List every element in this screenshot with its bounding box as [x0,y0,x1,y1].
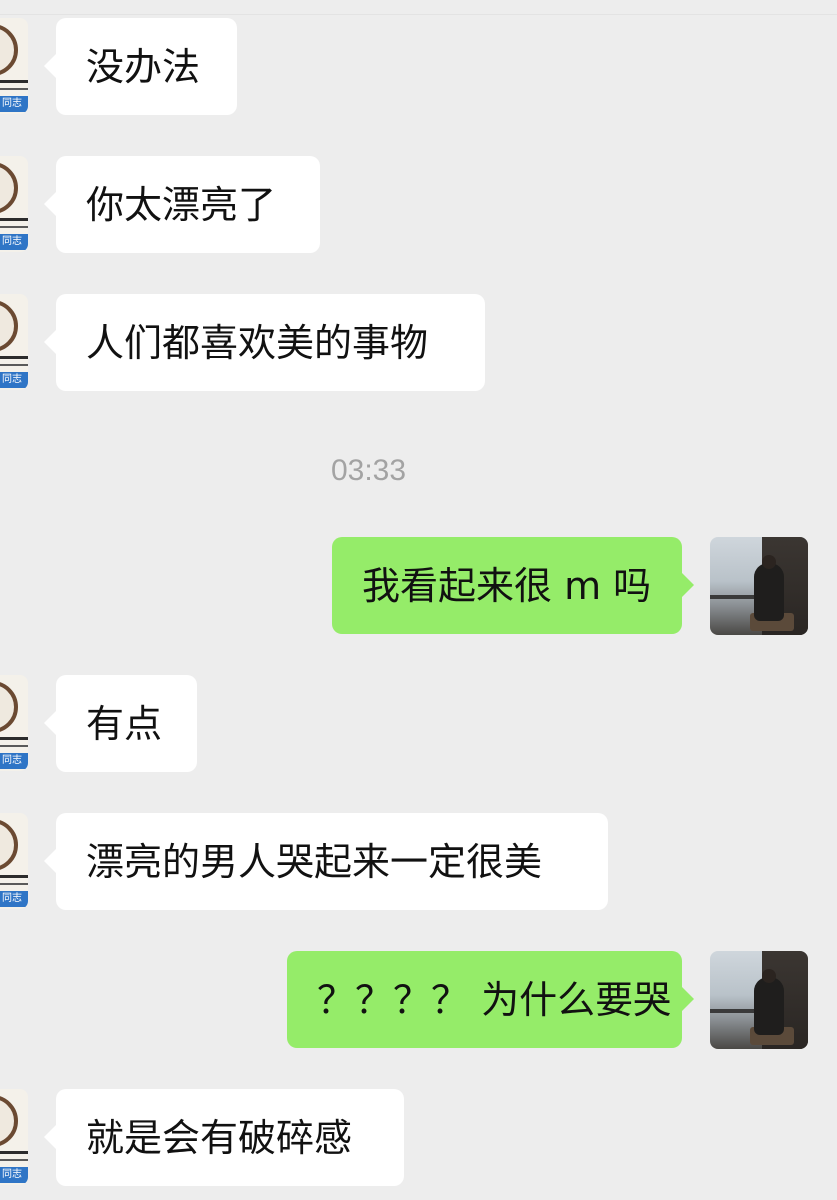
my-avatar[interactable] [710,951,808,1049]
avatar-photo-head [762,555,776,569]
avatar-line [0,356,28,359]
message-text: 没办法 [86,44,201,89]
avatar-line [0,745,28,747]
message-text: 就是会有破碎感 [86,1115,353,1160]
incoming-message-bubble[interactable]: 你太漂亮了 [44,156,320,253]
avatar-tag: 同志 [0,372,28,388]
incoming-message-bubble[interactable]: 没办法 [44,18,237,115]
contact-avatar[interactable]: 同志 [0,675,28,771]
message-text: 你太漂亮了 [86,182,277,227]
avatar-line [0,218,28,221]
avatar-line [0,737,28,740]
my-avatar[interactable] [710,537,808,635]
avatar-photo-person [754,563,784,621]
incoming-message-bubble[interactable]: 就是会有破碎感 [44,1089,404,1186]
avatar-line [0,226,28,228]
avatar-ring [0,162,18,214]
avatar-line [0,1151,28,1154]
avatar-tag: 同志 [0,753,28,769]
avatar-line [0,883,28,885]
contact-avatar[interactable]: 同志 [0,813,28,909]
avatar-line [0,875,28,878]
avatar-line [0,88,28,90]
avatar-line [0,80,28,83]
avatar-photo-person [754,977,784,1035]
message-text: 人们都喜欢美的事物 [86,320,429,365]
avatar-tag: 同志 [0,234,28,250]
contact-avatar[interactable]: 同志 [0,18,28,114]
message-text: 漂亮的男人哭起来一定很美 [86,839,543,884]
incoming-message-bubble[interactable]: 有点 [44,675,197,772]
message-text: 我看起来很 m 吗 [362,563,652,608]
message-text: ？？？？ 为什么要哭 [317,977,672,1022]
avatar-ring [0,681,18,733]
avatar-ring [0,1095,18,1147]
avatar-tag: 同志 [0,96,28,112]
outgoing-message-bubble[interactable]: 我看起来很 m 吗 [332,537,694,634]
avatar-tag: 同志 [0,891,28,907]
avatar-tag: 同志 [0,1167,28,1183]
incoming-message-bubble[interactable]: 人们都喜欢美的事物 [44,294,485,391]
avatar-ring [0,300,18,352]
incoming-message-bubble[interactable]: 漂亮的男人哭起来一定很美 [44,813,608,910]
avatar-ring [0,819,18,871]
contact-avatar[interactable]: 同志 [0,156,28,252]
avatar-line [0,364,28,366]
outgoing-message-bubble[interactable]: ？？？？ 为什么要哭 [287,951,694,1048]
avatar-ring [0,24,18,76]
top-edge [0,0,837,15]
contact-avatar[interactable]: 同志 [0,294,28,390]
avatar-photo-head [762,969,776,983]
message-text: 有点 [86,701,163,746]
avatar-line [0,1159,28,1161]
time-divider: 03:33 [330,454,407,487]
contact-avatar[interactable]: 同志 [0,1089,28,1185]
